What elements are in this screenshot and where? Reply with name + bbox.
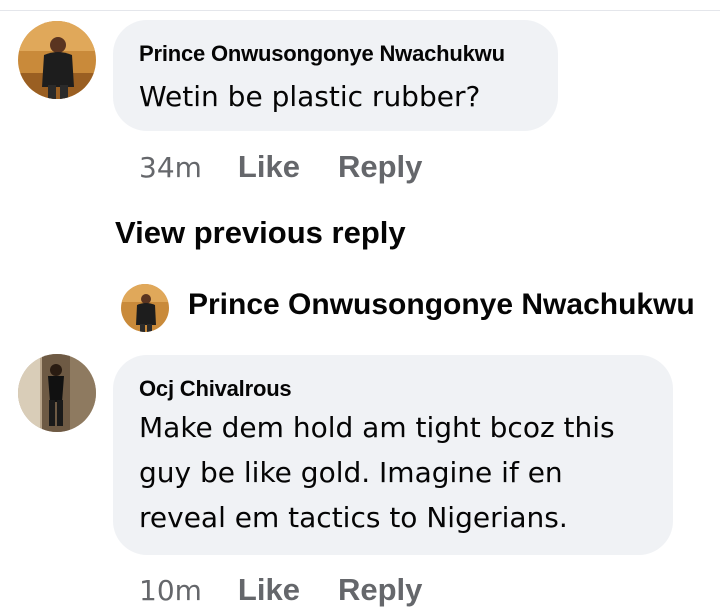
comment-bubble: Ocj Chivalrous Make dem hold am tight bc…: [113, 355, 673, 555]
comment-actions: 34m Like Reply: [139, 146, 460, 188]
user-photo-icon: [18, 21, 96, 99]
comment-actions: 10m Like Reply: [139, 569, 460, 611]
avatar[interactable]: [18, 21, 96, 99]
reply-preview-avatar: [121, 284, 169, 332]
user-photo-icon: [121, 284, 169, 332]
comment-author[interactable]: Ocj Chivalrous: [139, 376, 292, 402]
avatar[interactable]: [18, 354, 96, 432]
view-previous-reply-link[interactable]: View previous reply: [115, 215, 406, 251]
comment-author[interactable]: Prince Onwusongonye Nwachukwu: [139, 41, 505, 67]
user-photo-icon: [18, 354, 96, 432]
like-button[interactable]: Like: [238, 572, 300, 608]
reply-button[interactable]: Reply: [338, 149, 422, 185]
comment-bubble: Prince Onwusongonye Nwachukwu Wetin be p…: [113, 20, 558, 131]
reply-preview-author[interactable]: Prince Onwusongonye Nwachukwu: [188, 288, 695, 322]
comment-text-line: guy be like gold. Imagine if en: [139, 456, 563, 489]
top-divider: [0, 0, 720, 11]
comment-text-line: reveal em tactics to Nigerians.: [139, 501, 568, 534]
comment-text: Wetin be plastic rubber?: [139, 80, 481, 113]
like-button[interactable]: Like: [238, 149, 300, 185]
comment-timestamp: 34m: [139, 150, 202, 184]
reply-button[interactable]: Reply: [338, 572, 422, 608]
comment-timestamp: 10m: [139, 573, 202, 607]
comment-text-line: Make dem hold am tight bcoz this: [139, 411, 615, 444]
